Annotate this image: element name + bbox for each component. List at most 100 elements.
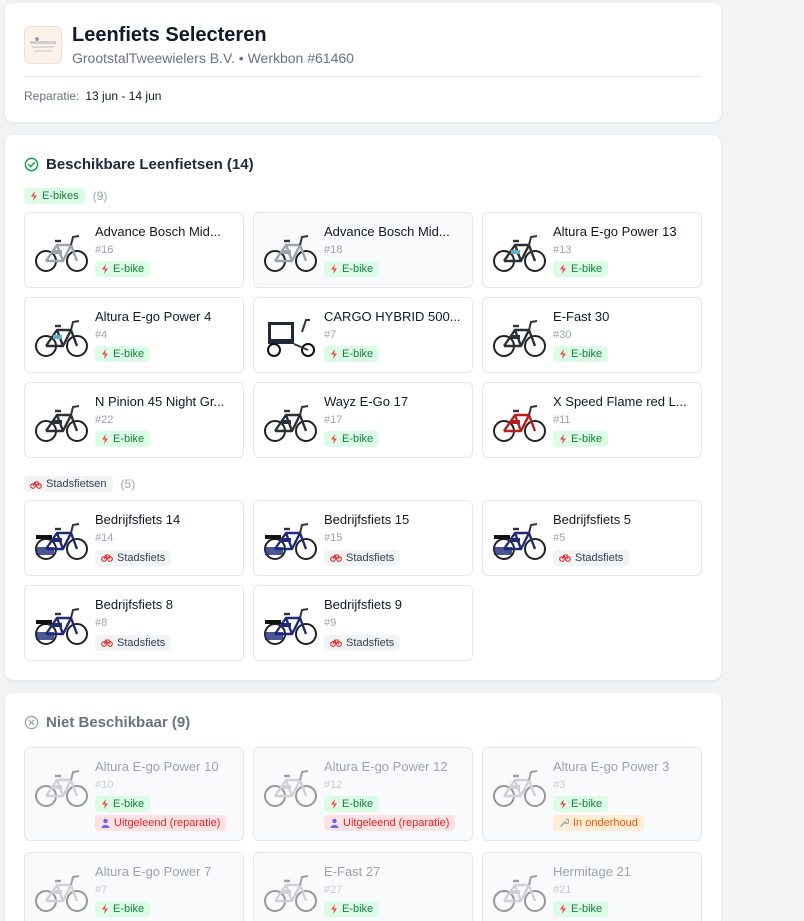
bike-type: E-bike <box>324 261 380 279</box>
wrench-icon <box>559 818 569 828</box>
tag-label: E-bike <box>342 348 374 360</box>
bike-card[interactable]: Wayz E-Go 17 #17 E-bike <box>253 382 473 458</box>
bike-number: #9 <box>324 617 337 629</box>
loaned-status-badge: Uitgeleend (reparatie) <box>95 815 227 831</box>
ebike-tag: E-bike <box>95 261 151 277</box>
bike-card[interactable]: E-Fast 30 #30 E-bike <box>482 297 702 373</box>
bike-card[interactable]: CARGO HYBRID 500... #7 E-bike <box>253 297 473 373</box>
ebike-tag: E-bike <box>95 346 151 362</box>
bike-type: E-bike <box>95 796 151 814</box>
ebike-tag: E-bike <box>95 796 151 812</box>
bike-number: #27 <box>324 884 343 896</box>
bike-type: E-bike <box>553 901 609 919</box>
bike-number: #12 <box>324 779 343 791</box>
ebikes-chip: E-bikes <box>24 188 85 204</box>
bike-card[interactable]: N Pinion 45 Night Gr... #22 E-bike <box>24 382 244 458</box>
bike-name: Bedrijfsfiets 14 <box>95 512 181 527</box>
bike-type: E-bike <box>553 261 609 279</box>
bike-card[interactable]: Advance Bosch Mid... #16 E-bike <box>24 212 244 288</box>
bike-image <box>262 393 318 449</box>
stadsfiets-tag: Stadsfiets <box>95 634 172 651</box>
group-city-header: Stadsfietsen (5) <box>24 476 135 492</box>
bike-type: E-bike <box>553 431 609 449</box>
bike-type: Stadsfiets <box>95 549 172 567</box>
bike-image <box>491 308 547 364</box>
bike-card[interactable]: Bedrijfsfiets 9 #9 Stadsfiets <box>253 585 473 661</box>
bike-name: Bedrijfsfiets 15 <box>324 512 410 527</box>
bike-image <box>33 308 89 364</box>
bike-type: E-bike <box>324 431 380 449</box>
bike-number: #22 <box>95 414 114 426</box>
bike-card[interactable]: X Speed Flame red L... #11 E-bike <box>482 382 702 458</box>
bike-image <box>491 511 547 567</box>
tag-label: E-bike <box>113 433 145 445</box>
unavailable-bike-card: E-Fast 27 #27 E-bike <box>253 852 473 921</box>
bike-number: #8 <box>95 617 108 629</box>
tag-label: Uitgeleend (reparatie) <box>343 817 450 829</box>
bolt-icon <box>559 264 567 274</box>
bike-number: #18 <box>324 244 343 256</box>
bike-card[interactable]: Altura E-go Power 4 #4 E-bike <box>24 297 244 373</box>
bike-type: E-bike <box>95 901 151 919</box>
repair-label: Reparatie: <box>24 89 80 103</box>
bike-type: E-bike <box>324 901 380 919</box>
bike-name: E-Fast 30 <box>553 309 610 324</box>
tag-label: Uitgeleend (reparatie) <box>114 817 221 829</box>
stadsfiets-tag: Stadsfiets <box>324 549 401 566</box>
bike-card[interactable]: Bedrijfsfiets 8 #8 Stadsfiets <box>24 585 244 661</box>
bike-type: Stadsfiets <box>324 634 401 652</box>
unavailable-title-text: Niet Beschikbaar (9) <box>46 714 191 731</box>
x-circle-icon <box>24 715 39 730</box>
divider <box>24 76 702 77</box>
person-icon <box>330 818 339 828</box>
bike-name: Altura E-go Power 10 <box>95 759 219 774</box>
bike-card[interactable]: Bedrijfsfiets 15 #15 Stadsfiets <box>253 500 473 576</box>
tag-label: E-bike <box>342 798 374 810</box>
bolt-icon <box>559 349 567 359</box>
available-title: Beschikbare Leenfietsen (14) <box>24 156 254 173</box>
bicycle-icon <box>30 480 42 489</box>
bike-type: E-bike <box>95 261 151 279</box>
bike-image <box>491 863 547 919</box>
bike-status: In onderhoud <box>553 815 644 833</box>
ebike-tag: E-bike <box>553 261 609 277</box>
stadsfiets-tag: Stadsfiets <box>553 549 630 566</box>
bike-name: Bedrijfsfiets 8 <box>95 597 174 612</box>
bike-card[interactable]: Advance Bosch Mid... #18 E-bike <box>253 212 473 288</box>
bike-number: #30 <box>553 329 572 341</box>
bike-name: Altura E-go Power 4 <box>95 309 212 324</box>
bolt-icon <box>30 191 38 201</box>
bike-image <box>491 758 547 814</box>
bike-image <box>262 223 318 279</box>
bike-card[interactable]: Bedrijfsfiets 14 #14 Stadsfiets <box>24 500 244 576</box>
bike-image <box>33 758 89 814</box>
bike-name: Altura E-go Power 7 <box>95 864 212 879</box>
bike-name: Advance Bosch Mid... <box>324 224 450 239</box>
check-circle-icon <box>24 157 39 172</box>
bolt-icon <box>559 904 567 914</box>
available-title-text: Beschikbare Leenfietsen (14) <box>46 156 254 173</box>
bolt-icon <box>101 264 109 274</box>
ebike-tag: E-bike <box>95 431 151 447</box>
ebikes-chip-label: E-bikes <box>42 190 79 202</box>
bolt-icon <box>101 434 109 444</box>
bike-card[interactable]: Bedrijfsfiets 5 #5 Stadsfiets <box>482 500 702 576</box>
bike-image <box>33 863 89 919</box>
bike-number: #7 <box>324 329 337 341</box>
tag-label: E-bike <box>342 263 374 275</box>
bike-image <box>33 393 89 449</box>
tag-label: E-bike <box>571 903 603 915</box>
unavailable-bike-card: Altura E-go Power 7 #7 E-bike <box>24 852 244 921</box>
bike-image <box>33 223 89 279</box>
stadsfiets-tag: Stadsfiets <box>324 634 401 651</box>
bike-number: #5 <box>553 532 566 544</box>
ebikes-count: (9) <box>92 189 108 203</box>
tag-label: E-bike <box>571 433 603 445</box>
ebike-tag: E-bike <box>553 431 609 447</box>
unavailable-bike-card: Altura E-go Power 3 #3 E-bike In onderhoud <box>482 747 702 841</box>
bike-number: #14 <box>95 532 114 544</box>
bike-card[interactable]: Altura E-go Power 13 #13 E-bike <box>482 212 702 288</box>
page-title: Leenfiets Selecteren <box>72 24 267 46</box>
tag-label: E-bike <box>342 903 374 915</box>
available-bikes-section: Beschikbare Leenfietsen (14) E-bikes (9)… <box>5 135 721 680</box>
